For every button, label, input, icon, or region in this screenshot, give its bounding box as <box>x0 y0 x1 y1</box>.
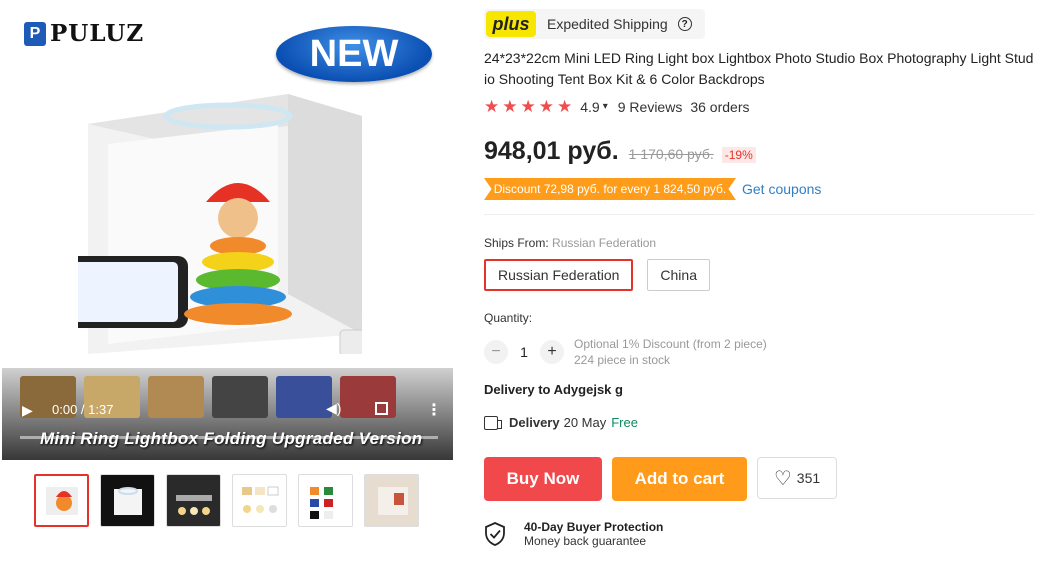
help-icon[interactable]: ? <box>677 17 692 31</box>
discount-badge: -19% <box>721 147 756 163</box>
divider <box>484 214 1034 215</box>
reviews-link[interactable]: 9 Reviews <box>618 99 683 115</box>
thumbnail-6[interactable] <box>364 474 419 527</box>
wishlist-count: 351 <box>796 470 821 486</box>
thumbnail-gallery <box>34 474 419 527</box>
more-options-icon[interactable]: ⋮ <box>426 400 442 420</box>
quantity-label: Quantity: <box>484 311 533 325</box>
product-title: 24*23*22cm Mini LED Ring Light box Light… <box>484 50 1034 87</box>
star-icon: ★ <box>502 97 518 116</box>
delivery-free: Free <box>611 415 638 430</box>
new-badge: NEW <box>276 26 432 82</box>
get-coupons-link[interactable]: Get coupons <box>742 181 821 197</box>
protection-subtitle: Money back guarantee <box>524 534 647 548</box>
volume-icon[interactable]: ◀) <box>326 400 341 417</box>
orders-count: 36 orders <box>690 98 750 115</box>
bulk-discount-note: Optional 1% Discount (from 2 piece) <box>574 337 767 351</box>
delivery-truck-icon <box>484 415 502 430</box>
quantity-value[interactable]: 1 <box>508 344 540 360</box>
delivery-row: Delivery 20 May Free <box>484 415 638 430</box>
plus-badge: plus <box>486 11 536 37</box>
video-caption: Mini Ring Lightbox Folding Upgraded Vers… <box>40 429 422 449</box>
thumbnail-1[interactable] <box>34 474 89 527</box>
rating-stars: ★ ★ ★ ★ ★ <box>484 98 572 115</box>
action-buttons: Buy Now Add to cart ♡ 351 <box>484 457 837 501</box>
play-icon[interactable]: ▶ <box>22 402 33 419</box>
coupon-tag[interactable]: Discount 72,98 руб. for every 1 824,50 р… <box>484 178 736 200</box>
chevron-down-icon[interactable]: ▾ <box>603 101 608 112</box>
coupon-row: Discount 72,98 руб. for every 1 824,50 р… <box>484 178 821 200</box>
quantity-note: Optional 1% Discount (from 2 piece) 224 … <box>574 336 767 368</box>
brand-logo: P PULUZ <box>24 20 144 47</box>
add-to-cart-button[interactable]: Add to cart <box>612 457 747 501</box>
stock-note: 224 piece in stock <box>574 353 671 367</box>
brand-mark: P <box>24 21 46 46</box>
ships-from-options: Russian Federation China <box>484 259 710 291</box>
rating-row: ★ ★ ★ ★ ★ 4.9 ▾ 9 Reviews 36 orders <box>484 98 750 115</box>
thumbnail-4[interactable] <box>232 474 287 527</box>
shipping-text: Expedited Shipping <box>547 16 668 32</box>
star-icon: ★ <box>484 97 500 116</box>
ships-from-label: Ships From: Russian Federation <box>484 236 656 250</box>
delivery-label: Delivery <box>509 415 560 430</box>
product-image <box>78 94 362 354</box>
ships-from-value: Russian Federation <box>552 236 657 250</box>
video-progress[interactable] <box>20 436 438 439</box>
fullscreen-icon[interactable] <box>375 402 388 415</box>
ships-from-title: Ships From: <box>484 236 549 250</box>
wishlist-button[interactable]: ♡ 351 <box>757 457 837 499</box>
thumbnail-3[interactable] <box>166 474 221 527</box>
shield-check-icon <box>485 522 505 546</box>
thumbnail-2[interactable] <box>100 474 155 527</box>
price-row: 948,01 руб. 1 170,60 руб. -19% <box>484 137 756 166</box>
video-time: 0:00 / 1:37 <box>52 402 114 417</box>
delivery-destination[interactable]: Delivery to Adygejsk g <box>484 382 623 397</box>
current-price: 948,01 руб. <box>484 137 619 165</box>
quantity-decrease-button[interactable]: − <box>484 340 508 364</box>
star-icon: ★ <box>538 97 554 116</box>
rating-value[interactable]: 4.9 <box>580 99 599 115</box>
ship-option-russia[interactable]: Russian Federation <box>484 259 634 291</box>
ship-option-china[interactable]: China <box>647 259 710 291</box>
protection-text: 40-Day Buyer Protection Money back guara… <box>524 520 663 548</box>
heart-icon: ♡ <box>773 467 792 490</box>
brand-name: PULUZ <box>50 20 145 47</box>
shipping-banner: plus Expedited Shipping ? <box>484 9 705 39</box>
thumbnail-5[interactable] <box>298 474 353 527</box>
delivery-date: 20 May <box>563 415 607 430</box>
buy-now-button[interactable]: Buy Now <box>484 457 602 501</box>
quantity-stepper: − 1 + Optional 1% Discount (from 2 piece… <box>484 336 767 368</box>
original-price: 1 170,60 руб. <box>628 146 714 162</box>
star-icon: ★ <box>520 97 536 116</box>
protection-title: 40-Day Buyer Protection <box>524 520 664 534</box>
buyer-protection: 40-Day Buyer Protection Money back guara… <box>484 520 663 548</box>
star-icon: ★ <box>557 97 573 116</box>
product-media: P PULUZ NEW ▶ 0:00 / 1:37 ◀) ⋮ <box>2 0 453 460</box>
quantity-increase-button[interactable]: + <box>540 340 564 364</box>
